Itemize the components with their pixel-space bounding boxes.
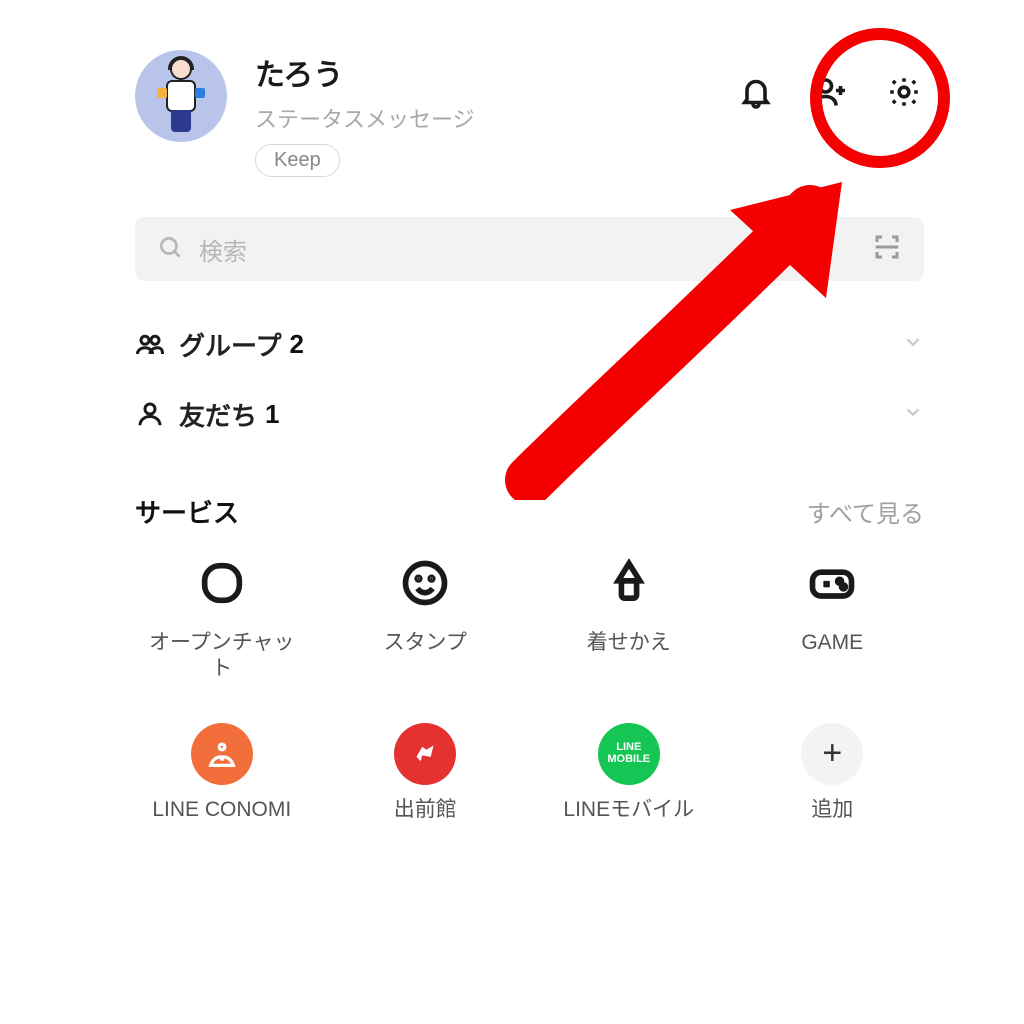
chevron-down-icon (902, 401, 924, 428)
services-see-all[interactable]: すべて見る (807, 494, 924, 529)
service-label: GAME (801, 630, 863, 656)
brush-icon (594, 548, 664, 618)
service-conomi[interactable]: LINE CONOMI (120, 723, 324, 823)
add-friend-icon[interactable] (810, 72, 850, 112)
avatar-illustration (151, 58, 211, 134)
demaekan-icon (394, 723, 456, 785)
gamepad-icon (797, 548, 867, 618)
plus-icon: + (801, 723, 863, 785)
friends-label: 友だち (179, 396, 257, 433)
groups-icon (135, 329, 179, 359)
smile-icon (390, 548, 460, 618)
service-label: LINEモバイル (563, 797, 694, 823)
avatar[interactable] (135, 50, 227, 142)
service-stamp[interactable]: スタンプ (324, 548, 528, 683)
line-mobile-icon: LINE MOBILE (598, 723, 660, 785)
service-label: 着せかえ (587, 630, 671, 656)
service-label: スタンプ (384, 630, 467, 656)
services-title: サービス (135, 493, 239, 530)
service-demaekan[interactable]: 出前館 (324, 723, 528, 823)
search-icon (157, 234, 183, 265)
settings-icon[interactable] (884, 72, 924, 112)
profile-name[interactable]: たろう (255, 50, 736, 94)
chevron-down-icon (902, 331, 924, 358)
groups-label: グループ (179, 326, 281, 363)
keep-chip[interactable]: Keep (255, 144, 340, 177)
friends-row[interactable]: 友だち 1 (135, 379, 924, 449)
groups-count: 2 (289, 329, 303, 360)
search-placeholder: 検索 (199, 232, 856, 267)
service-label: 出前館 (394, 797, 457, 823)
openchat-icon (187, 548, 257, 618)
service-label: 追加 (811, 797, 853, 823)
service-label: LINE CONOMI (152, 797, 291, 823)
person-icon (135, 399, 179, 429)
conomi-icon (191, 723, 253, 785)
search-input[interactable]: 検索 (135, 217, 924, 281)
groups-row[interactable]: グループ 2 (135, 309, 924, 379)
qr-scan-icon[interactable] (872, 232, 902, 267)
service-label: オープンチャット (147, 630, 297, 683)
service-add[interactable]: + 追加 (731, 723, 935, 823)
service-openchat[interactable]: オープンチャット (120, 548, 324, 683)
service-line-mobile[interactable]: LINE MOBILE LINEモバイル (527, 723, 731, 823)
friends-count: 1 (265, 399, 279, 430)
service-theme[interactable]: 着せかえ (527, 548, 731, 683)
profile-status[interactable]: ステータスメッセージ (255, 102, 736, 134)
notification-icon[interactable] (736, 72, 776, 112)
service-game[interactable]: GAME (731, 548, 935, 683)
